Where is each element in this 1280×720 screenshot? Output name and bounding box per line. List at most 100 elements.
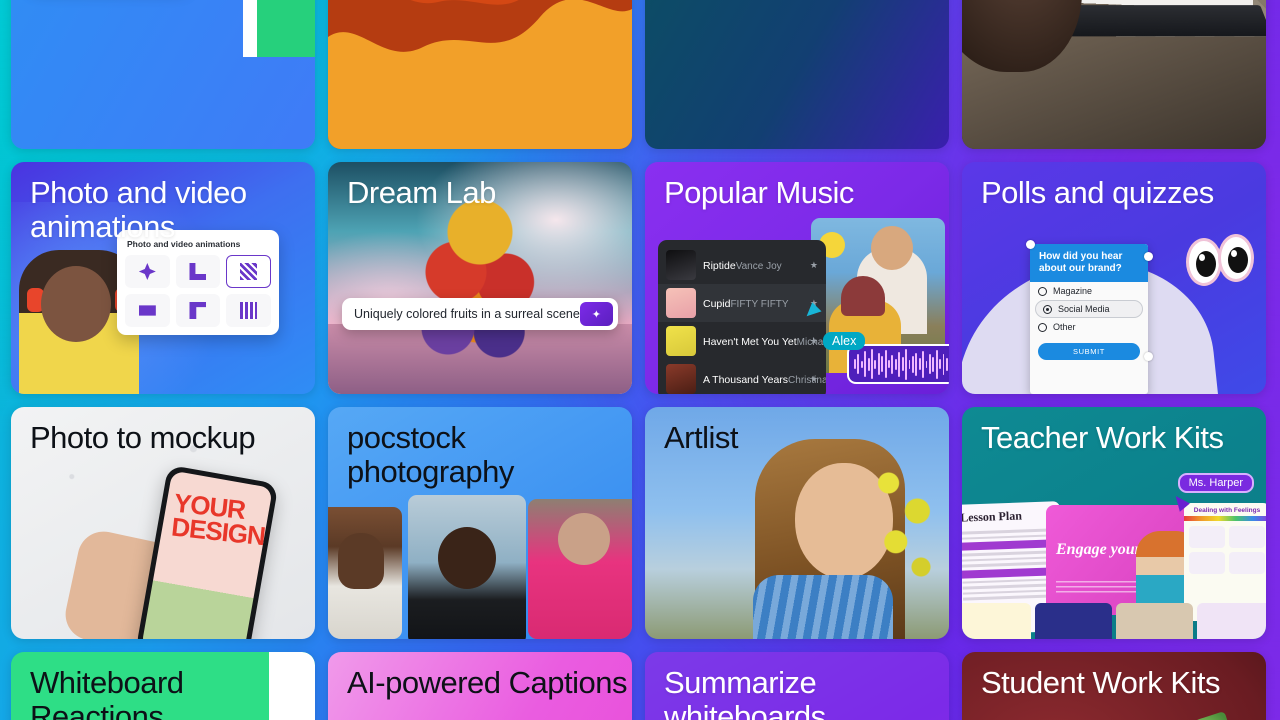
prompt-bar[interactable]: Uniquely colored fruits in a surreal sce… bbox=[342, 298, 618, 330]
yellow-flowers bbox=[867, 455, 939, 595]
rise-icon bbox=[189, 263, 207, 280]
stock-photo-featured bbox=[408, 495, 526, 639]
card-title: Photo and video animations bbox=[30, 175, 247, 244]
poll-widget[interactable]: How did you hear about our brand? Magazi… bbox=[1030, 244, 1148, 394]
album-art bbox=[666, 288, 696, 318]
animation-option[interactable] bbox=[226, 294, 271, 327]
thumb-desk bbox=[1116, 603, 1193, 639]
track-name: Riptide bbox=[703, 260, 736, 272]
track-name: Cupid bbox=[703, 298, 731, 310]
animation-option[interactable] bbox=[175, 294, 221, 327]
poll-option-label: Social Media bbox=[1058, 304, 1110, 314]
poll-option-selected[interactable]: Social Media bbox=[1035, 300, 1143, 318]
resize-handle[interactable] bbox=[1026, 240, 1035, 249]
list-item[interactable]: A Thousand YearsChristina Perri ★ bbox=[658, 360, 826, 394]
track-artist: FIFTY FIFTY bbox=[730, 299, 789, 310]
presentation-slide[interactable]: Engage your students bbox=[1046, 505, 1206, 615]
list-item[interactable]: RiptideVance Joy ★ bbox=[658, 246, 826, 284]
thumb-blue bbox=[1035, 603, 1112, 639]
resize-handle[interactable] bbox=[1144, 252, 1153, 261]
track-name: Haven't Met You Yet bbox=[703, 336, 797, 348]
green-column bbox=[257, 0, 315, 57]
album-art bbox=[666, 364, 696, 394]
phone-design-text: YOUR DESIGN bbox=[170, 487, 267, 552]
googly-eyes-sticker bbox=[1186, 234, 1260, 286]
chart-waves bbox=[328, 0, 632, 149]
block-icon bbox=[138, 263, 156, 280]
prompt-input[interactable]: Uniquely colored fruits in a surreal sce… bbox=[354, 307, 580, 321]
card-student-work-kits[interactable]: Student Work Kits Canva bbox=[962, 652, 1266, 720]
track-artist: Vance Joy bbox=[735, 261, 782, 272]
card-photo-and-video-animations[interactable]: Photo and video animations Photo and vid… bbox=[11, 162, 315, 394]
list-item-selected[interactable]: CupidFIFTY FIFTY ★ bbox=[658, 284, 826, 322]
radio-icon[interactable] bbox=[1038, 322, 1047, 332]
card-title: Popular Music bbox=[664, 175, 854, 210]
poll-question: How did you hear about our brand? bbox=[1030, 244, 1148, 282]
stripe-icon bbox=[240, 302, 258, 319]
audio-waveform[interactable] bbox=[847, 344, 949, 384]
submit-button[interactable]: SUBMIT bbox=[1038, 343, 1140, 360]
card-title: Dream Lab bbox=[347, 175, 496, 210]
poll-option-label: Magazine bbox=[1053, 286, 1093, 296]
collaborator-badge-ms-harper: Ms. Harper bbox=[1177, 473, 1254, 493]
card-brand-voice[interactable]: ake it a th oose a fu he that e s up. Ap… bbox=[645, 0, 949, 149]
card-photo-to-mockup[interactable]: YOUR DESIGN Photo to mockup bbox=[11, 407, 315, 639]
poll-option-label: Other bbox=[1053, 322, 1076, 332]
card-title: Polls and quizzes bbox=[981, 175, 1214, 210]
card-by-topic[interactable]: By topic By color By name bbox=[11, 0, 315, 149]
star-icon[interactable]: ★ bbox=[810, 336, 818, 347]
card-analytics-chart[interactable]: Online: 4.1m Across stores: 5.7m Min bbox=[328, 0, 632, 149]
card-title: Student Work Kits bbox=[981, 665, 1221, 700]
white-column bbox=[243, 0, 257, 57]
feature-card-grid: By topic By color By name Online: bbox=[11, 0, 1269, 720]
animation-option[interactable] bbox=[125, 294, 170, 327]
card-polls-and-quizzes[interactable]: Polls and quizzes How did you hear about… bbox=[962, 162, 1266, 394]
card-dream-lab[interactable]: Dream Lab Uniquely colored fruits in a s… bbox=[328, 162, 632, 394]
radio-icon[interactable] bbox=[1038, 286, 1047, 296]
card-small-business-laptop[interactable]: Canva Work Kits Small Business bbox=[962, 0, 1266, 149]
star-icon[interactable]: ★ bbox=[810, 260, 818, 271]
track-list[interactable]: RiptideVance Joy ★ CupidFIFTY FIFTY ★ Ha… bbox=[658, 240, 826, 394]
star-icon[interactable]: ★ bbox=[810, 374, 818, 385]
animation-grid bbox=[125, 255, 271, 327]
card-whiteboard-reactions[interactable]: Whiteboard Reactions bbox=[11, 652, 315, 720]
stock-photo bbox=[528, 499, 632, 639]
animation-option[interactable] bbox=[125, 255, 170, 288]
card-ai-powered-captions[interactable]: AI-powered Captions Captions A − 24 + ••… bbox=[328, 652, 632, 720]
card-summarize-whiteboards[interactable]: Summarize whiteboards Magic Write ••• bbox=[645, 652, 949, 720]
animation-option-selected[interactable] bbox=[226, 255, 271, 288]
thumb-violet bbox=[1197, 603, 1266, 639]
card-title: Summarize whiteboards bbox=[664, 665, 826, 720]
card-title: pocstock photography bbox=[347, 420, 514, 489]
slide-icon bbox=[138, 305, 156, 316]
slide-subtext bbox=[1056, 581, 1142, 593]
track-name: A Thousand Years bbox=[703, 374, 789, 386]
card-pocstock-photography[interactable]: pocstock photography bbox=[328, 407, 632, 639]
bottom-thumbnail-row bbox=[962, 603, 1266, 639]
track-artist: Christina Perri bbox=[788, 375, 826, 386]
album-art bbox=[666, 326, 696, 356]
animations-panel[interactable]: Photo and video animations bbox=[117, 230, 279, 335]
card-title: AI-powered Captions bbox=[347, 665, 628, 700]
card-title: Artlist bbox=[664, 420, 739, 455]
drift-icon bbox=[189, 302, 207, 319]
album-art bbox=[666, 250, 696, 280]
poll-option[interactable]: Magazine bbox=[1030, 282, 1148, 300]
card-popular-music[interactable]: Popular Music RiptideVance Joy ★ CupidFI… bbox=[645, 162, 949, 394]
feelings-label: Dealing with Feelings bbox=[1193, 507, 1261, 514]
radio-icon-selected[interactable] bbox=[1043, 304, 1052, 314]
sparkle-icon[interactable]: ✦ bbox=[579, 302, 613, 326]
stock-photo bbox=[328, 507, 402, 639]
list-item[interactable]: Haven't Met You YetMichael Bublé ★ bbox=[658, 322, 826, 360]
animation-option[interactable] bbox=[175, 255, 221, 288]
eye-left bbox=[1186, 238, 1222, 286]
card-teacher-work-kits[interactable]: Teacher Work Kits Lesson Plan Engage you… bbox=[962, 407, 1266, 639]
thumb-categories bbox=[962, 603, 1031, 639]
card-artlist[interactable]: Artlist bbox=[645, 407, 949, 639]
pan-icon bbox=[240, 263, 258, 280]
poll-option[interactable]: Other bbox=[1030, 318, 1148, 336]
collaborator-badge-alex: Alex bbox=[823, 332, 866, 350]
eye-right bbox=[1218, 234, 1254, 282]
resize-handle[interactable] bbox=[1144, 352, 1153, 361]
headphone-left-icon bbox=[27, 288, 44, 312]
